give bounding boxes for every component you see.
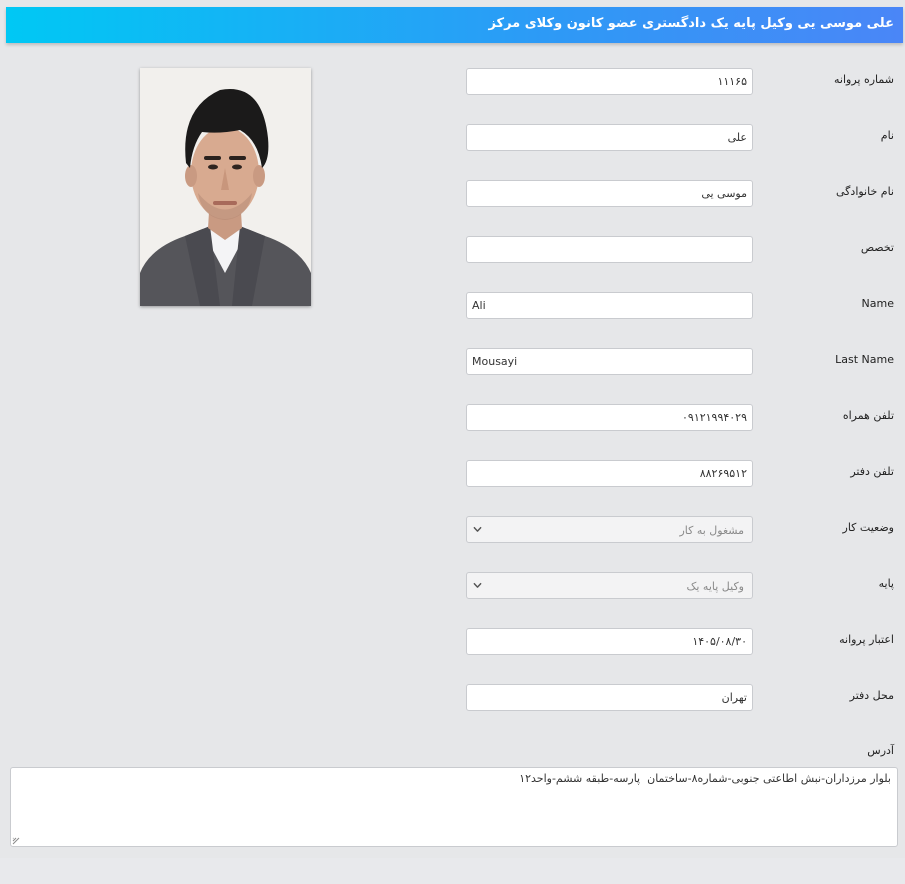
work-status-value: مشغول به کار — [679, 524, 744, 537]
grade-value: وکیل پایه یک — [686, 580, 744, 593]
license-number-label: شماره پروانه — [834, 73, 894, 86]
first-name-label: نام — [880, 129, 894, 142]
last-name-label: نام خانوادگی — [836, 185, 894, 198]
profile-photo — [140, 68, 311, 306]
last-name-en-field[interactable] — [466, 348, 753, 375]
resize-grip-icon[interactable] — [12, 837, 20, 845]
portrait-image — [140, 68, 311, 306]
address-label: آدرس — [867, 744, 894, 757]
license-validity-field[interactable] — [466, 628, 753, 655]
chevron-down-icon — [473, 526, 482, 532]
work-status-label: وضعیت کار — [842, 521, 894, 534]
address-textarea[interactable]: بلوار مرزداران-نبش اطاعتی جنوبی-شماره۸-س… — [10, 767, 898, 847]
last-name-en-label: Last Name — [835, 353, 894, 366]
specialty-label: تخصص — [860, 241, 894, 254]
work-status-select[interactable]: مشغول به کار — [466, 516, 753, 543]
profile-header: علی موسی یی وکیل پایه یک دادگستری عضو کا… — [6, 7, 903, 43]
office-phone-label: تلفن دفتر — [850, 465, 894, 478]
last-name-field[interactable] — [466, 180, 753, 207]
mobile-field[interactable] — [466, 404, 753, 431]
license-number-field[interactable] — [466, 68, 753, 95]
mobile-label: تلفن همراه — [842, 409, 894, 422]
grade-select[interactable]: وکیل پایه یک — [466, 572, 753, 599]
specialty-field[interactable] — [466, 236, 753, 263]
first-name-field[interactable] — [466, 124, 753, 151]
page-title: علی موسی یی وکیل پایه یک دادگستری عضو کا… — [488, 16, 894, 31]
name-en-field[interactable] — [466, 292, 753, 319]
grade-label: پایه — [878, 577, 894, 590]
office-phone-field[interactable] — [466, 460, 753, 487]
name-en-label: Name — [861, 297, 894, 310]
chevron-down-icon — [473, 582, 482, 588]
license-validity-label: اعتبار پروانه — [839, 633, 894, 646]
profile-panel — [0, 0, 905, 858]
office-location-field[interactable] — [466, 684, 753, 711]
office-location-label: محل دفتر — [849, 689, 894, 702]
